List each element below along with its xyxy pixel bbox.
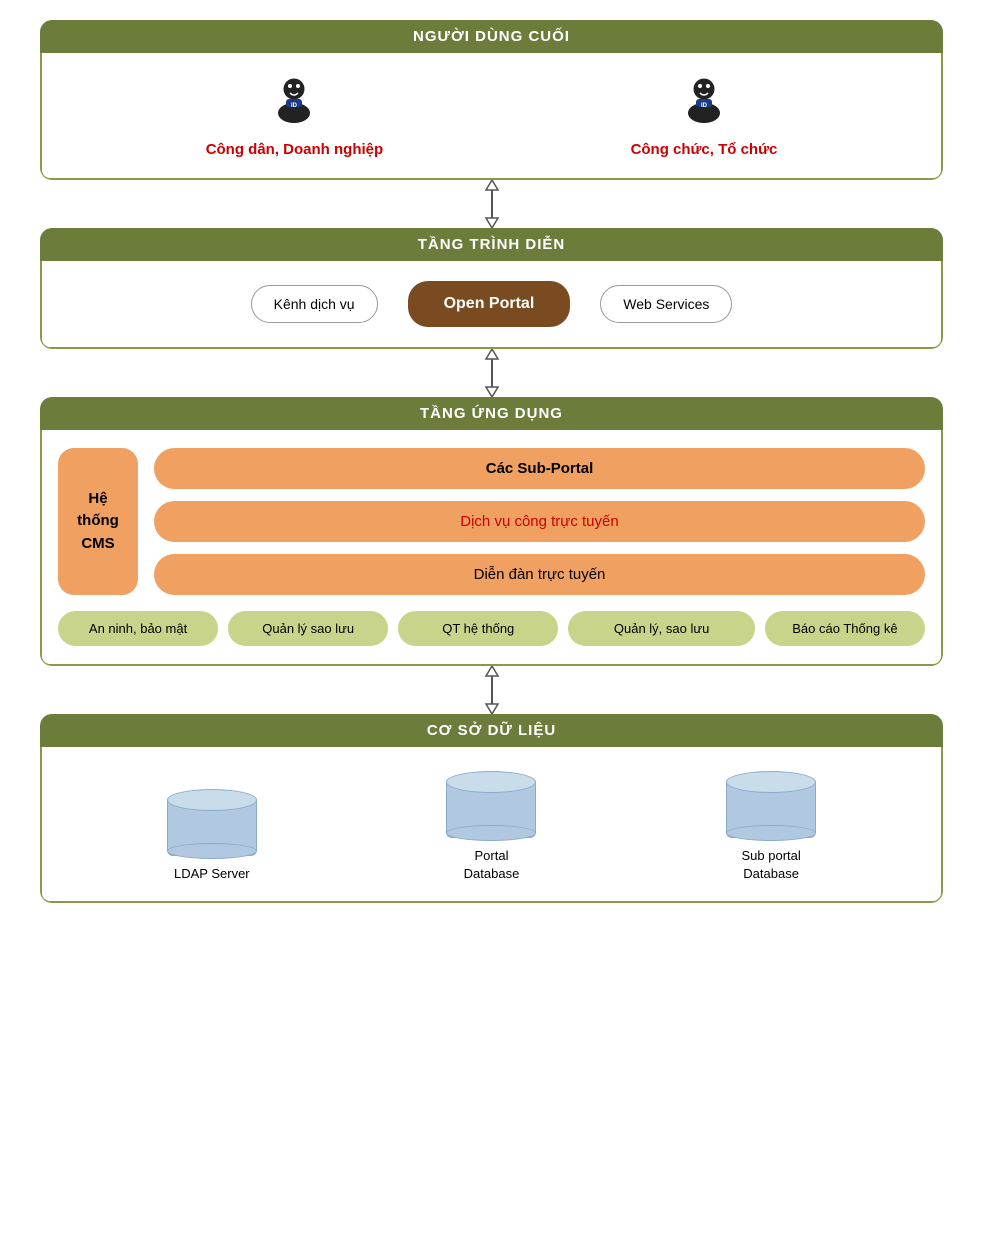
- cms-box: HệthốngCMS: [58, 448, 138, 595]
- bao-cao-pill: Báo cáo Thống kê: [765, 611, 925, 646]
- qt-he-thong-pill: QT hệ thống: [398, 611, 558, 646]
- ung-dung-top-row: HệthốngCMS Các Sub-Portal Dịch vụ công t…: [58, 448, 925, 595]
- db-label-ldap: LDAP Server: [174, 865, 250, 883]
- web-services-pill: Web Services: [600, 285, 732, 323]
- cylinder-top-portal: [446, 771, 536, 793]
- user-item-cong-dan: ID Công dân, Doanh nghiệp: [206, 73, 383, 158]
- co-so-du-lieu-header: CƠ SỞ DỮ LIỆU: [40, 714, 943, 747]
- user-label-cong-dan: Công dân, Doanh nghiệp: [206, 141, 383, 158]
- arrow-3: [40, 666, 943, 714]
- co-so-du-lieu-layer: CƠ SỞ DỮ LIỆU LDAP Server PortalDatabase: [40, 714, 943, 903]
- db-sub-portal: Sub portalDatabase: [726, 771, 816, 883]
- db-label-sub-portal: Sub portalDatabase: [742, 847, 801, 883]
- db-label-portal: PortalDatabase: [464, 847, 520, 883]
- user-icon-cong-dan: ID: [268, 73, 320, 135]
- dich-vu-cong-pill: Dịch vụ công trực tuyến: [154, 501, 925, 542]
- db-ldap: LDAP Server: [167, 789, 257, 883]
- tang-ung-dung-body: HệthốngCMS Các Sub-Portal Dịch vụ công t…: [40, 430, 943, 666]
- cylinder-ldap: [167, 789, 257, 859]
- open-portal-pill: Open Portal: [408, 281, 571, 327]
- user-icon-cong-chuc: ID: [678, 73, 730, 135]
- tang-ung-dung-layer: TẦNG ỨNG DỤNG HệthốngCMS Các Sub-Portal …: [40, 397, 943, 666]
- tang-trinh-dien-layer: TẦNG TRÌNH DIỄN Kênh dịch vụ Open Portal…: [40, 228, 943, 349]
- cac-sub-portal-pill: Các Sub-Portal: [154, 448, 925, 489]
- user-label-cong-chuc: Công chức, Tổ chức: [631, 141, 778, 158]
- cylinder-portal: [446, 771, 536, 841]
- arrow-2: [40, 349, 943, 397]
- co-so-du-lieu-body: LDAP Server PortalDatabase Sub portalDat…: [40, 747, 943, 903]
- cylinder-bottom-ldap: [167, 843, 257, 859]
- an-ninh-pill: An ninh, bảo mật: [58, 611, 218, 646]
- cms-label: HệthốngCMS: [77, 488, 119, 556]
- cylinder-top-sub-portal: [726, 771, 816, 793]
- tang-trinh-dien-body: Kênh dịch vụ Open Portal Web Services: [40, 261, 943, 349]
- tang-trinh-dien-header: TẦNG TRÌNH DIỄN: [40, 228, 943, 261]
- cylinder-sub-portal: [726, 771, 816, 841]
- quan-ly-sao-luu-2-pill: Quản lý, sao lưu: [568, 611, 755, 646]
- nguoi-dung-body: ID Công dân, Doanh nghiệp ID Công chức, …: [40, 53, 943, 180]
- dien-dan-pill: Diễn đàn trực tuyến: [154, 554, 925, 595]
- db-portal: PortalDatabase: [446, 771, 536, 883]
- arrow-1: [40, 180, 943, 228]
- ung-dung-bottom-row: An ninh, bảo mật Quản lý sao lưu QT hệ t…: [58, 611, 925, 646]
- svg-text:ID: ID: [291, 103, 298, 109]
- cylinder-bottom-portal: [446, 825, 536, 841]
- quan-ly-sao-luu-pill: Quản lý sao lưu: [228, 611, 388, 646]
- nguoi-dung-header: NGƯỜI DÙNG CUỐI: [40, 20, 943, 53]
- user-item-cong-chuc: ID Công chức, Tổ chức: [631, 73, 778, 158]
- cylinder-top-ldap: [167, 789, 257, 811]
- tang-ung-dung-header: TẦNG ỨNG DỤNG: [40, 397, 943, 430]
- cylinder-bottom-sub-portal: [726, 825, 816, 841]
- kenh-dich-vu-pill: Kênh dịch vụ: [251, 285, 378, 323]
- svg-text:ID: ID: [701, 103, 708, 109]
- sub-portal-column: Các Sub-Portal Dịch vụ công trực tuyến D…: [154, 448, 925, 595]
- nguoi-dung-layer: NGƯỜI DÙNG CUỐI ID Công dân, Doanh nghiệ…: [40, 20, 943, 180]
